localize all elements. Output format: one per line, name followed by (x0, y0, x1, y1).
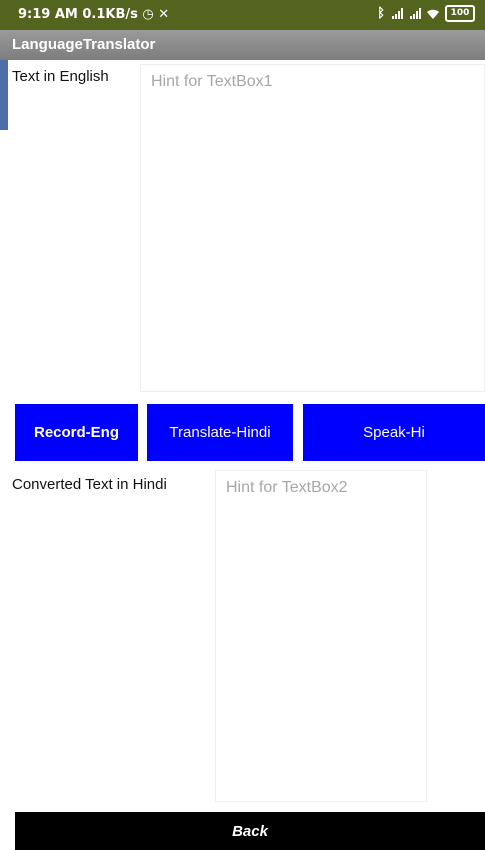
status-right: ᛒ 100 (377, 5, 475, 22)
record-eng-button[interactable]: Record-Eng (15, 404, 138, 461)
status-left: 9:19 AM 0.1KB/s ◷ ✕ (18, 7, 169, 22)
status-time: 9:19 AM (18, 7, 78, 22)
battery-icon: 100 (445, 5, 475, 22)
status-net-speed: 0.1KB/s (82, 7, 138, 22)
speak-hi-button[interactable]: Speak-Hi (303, 404, 485, 461)
status-bar: 9:19 AM 0.1KB/s ◷ ✕ ᛒ 100 (0, 0, 485, 30)
signal-icon-2 (410, 7, 421, 19)
x-icon: ✕ (158, 7, 170, 22)
left-edge-accent (0, 60, 8, 130)
hindi-text-placeholder: Hint for TextBox2 (226, 479, 348, 496)
app-title: LanguageTranslator (12, 36, 156, 53)
back-button[interactable]: Back (15, 812, 485, 850)
wifi-icon (427, 9, 439, 19)
back-button-label: Back (232, 822, 268, 840)
app-title-bar: LanguageTranslator (0, 30, 485, 60)
english-text-input[interactable]: Hint for TextBox1 (140, 64, 485, 392)
hindi-text-output[interactable]: Hint for TextBox2 (215, 470, 427, 802)
english-text-placeholder: Hint for TextBox1 (151, 73, 273, 90)
english-label: Text in English (12, 68, 109, 85)
alarm-icon: ◷ (142, 7, 154, 22)
bluetooth-icon: ᛒ (377, 6, 385, 21)
signal-icon (392, 7, 403, 19)
translate-hindi-button[interactable]: Translate-Hindi (147, 404, 293, 461)
hindi-label: Converted Text in Hindi (12, 476, 167, 493)
